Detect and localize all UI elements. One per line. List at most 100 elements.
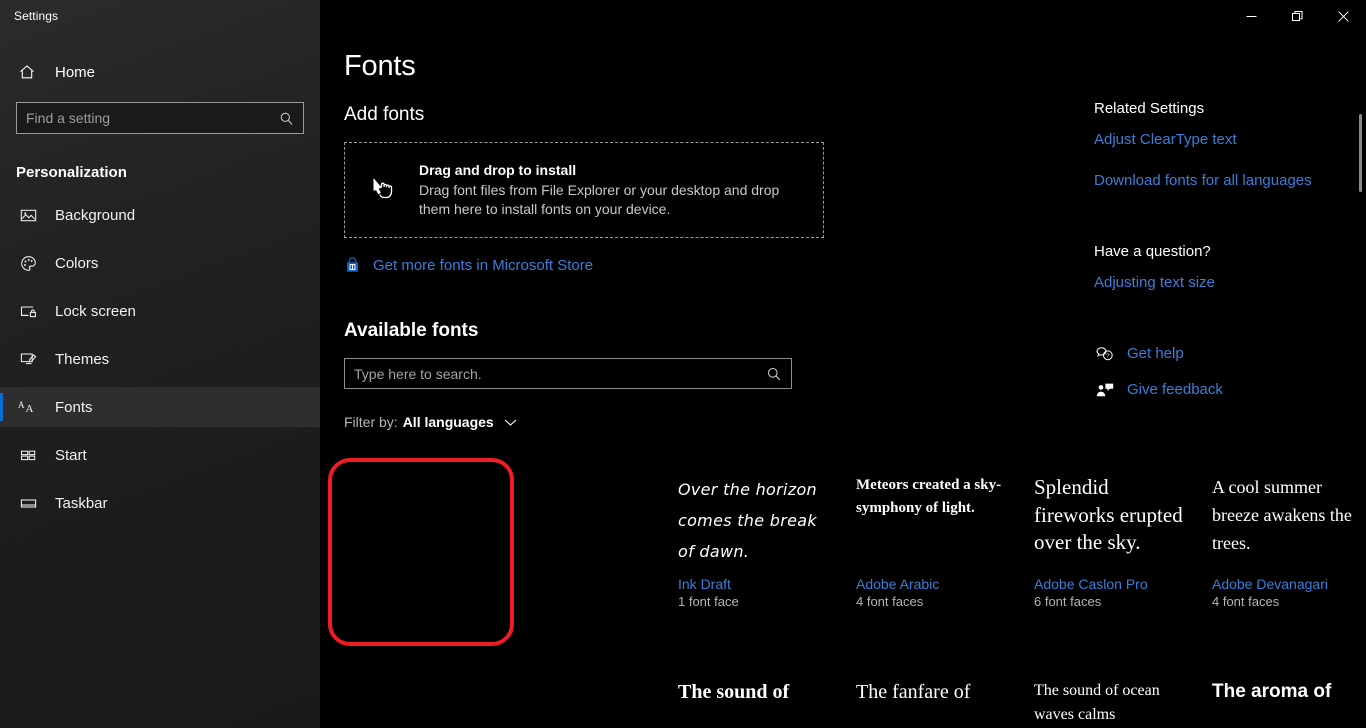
chevron-down-icon [504,418,517,427]
font-card-ink-draft[interactable]: Over the horizon comes the break of dawn… [664,462,842,623]
font-card-partial-1[interactable]: The sound of [664,667,842,728]
sidebar-item-home[interactable]: Home [0,52,320,92]
sidebar: Home Personalization [0,0,320,728]
close-button[interactable] [1320,0,1366,32]
related-settings-heading: Related Settings [1094,100,1205,117]
sidebar-item-label: Lock screen [55,302,136,320]
search-input[interactable] [17,103,279,133]
search-icon [279,111,303,126]
font-card-partial-2[interactable]: The fanfare of [842,667,1020,728]
font-sample-text: Over the horizon comes the break of dawn… [678,480,817,562]
filter-prefix-label: Filter by: [344,414,398,430]
font-card-faces: 4 font faces [856,594,924,609]
add-fonts-heading: Add fonts [344,104,425,125]
page-title: Fonts [344,50,416,82]
sidebar-item-label: Background [55,206,136,224]
font-cards-row-2: The sound of The fanfare of The sound of… [664,667,1366,728]
sidebar-item-label: Taskbar [55,494,108,512]
dropzone-text: Drag and drop to install Drag font files… [419,162,805,219]
sidebar-item-label: Start [55,446,87,464]
drag-drop-hand-icon [363,175,403,205]
font-card-faces: 1 font face [678,594,739,609]
filter-selected-value: All languages [402,414,494,430]
sidebar-item-label: Colors [55,254,99,272]
font-dropzone[interactable]: Drag and drop to install Drag font files… [344,142,824,238]
taskbar-icon [16,495,40,512]
vertical-scrollbar[interactable] [1354,32,1366,728]
question-link-adjusting-text-size[interactable]: Adjusting text size [1094,274,1215,291]
palette-icon [16,255,40,272]
font-card-name: Adobe Caslon Pro [1034,576,1148,592]
font-card-name: Adobe Devanagari [1212,576,1328,592]
font-search-input[interactable] [345,359,766,388]
font-cards-row-1: Over the horizon comes the break of dawn… [664,462,1366,623]
give-feedback-link[interactable]: Give feedback [1094,381,1223,398]
font-search-box[interactable] [344,358,792,389]
font-sample-text: The aroma of [1212,681,1332,702]
font-sample-text: A cool summer breeze awakens the trees. [1212,477,1352,553]
help-bubble-icon: ? [1094,346,1116,362]
sidebar-item-themes[interactable]: Themes [0,339,320,379]
font-sample-text: The sound of ocean waves calms [1034,682,1160,723]
sidebar-item-fonts[interactable]: A A Fonts [0,387,320,427]
minimize-button[interactable] [1228,0,1274,32]
font-card-adobe-devanagari[interactable]: A cool summer breeze awakens the trees. … [1198,462,1366,623]
font-sample-text: Splendid fireworks erupted over the sky. [1034,475,1183,555]
microsoft-store-icon [344,257,361,274]
sidebar-home-label: Home [55,63,96,81]
get-help-label: Get help [1127,345,1184,362]
font-card-partial-3[interactable]: The sound of ocean waves calms [1020,667,1198,728]
svg-text:A: A [18,400,25,410]
fonts-aa-icon: A A [16,399,40,415]
font-card-faces: 6 font faces [1034,594,1102,609]
sidebar-item-background[interactable]: Background [0,195,320,235]
restore-button[interactable] [1274,0,1320,32]
font-card-name: Ink Draft [678,576,731,592]
search-icon [766,366,791,382]
svg-text:?: ? [1106,353,1109,359]
main-content: Fonts Add fonts Drag and drop to install… [320,0,1366,728]
filter-by-dropdown[interactable]: Filter by: All languages [344,414,517,430]
sidebar-item-start[interactable]: Start [0,435,320,475]
feedback-person-icon [1094,382,1116,398]
get-more-fonts-link[interactable]: Get more fonts in Microsoft Store [344,257,593,274]
sidebar-category-label: Personalization [16,164,127,181]
themes-brush-icon [16,351,40,368]
image-icon [16,207,40,224]
lock-screen-icon [16,303,40,320]
sidebar-item-taskbar[interactable]: Taskbar [0,483,320,523]
svg-text:A: A [26,403,34,415]
related-link-cleartype[interactable]: Adjust ClearType text [1094,131,1237,148]
sidebar-search-wrap [0,102,320,134]
font-sample-text: Meteors created a sky-symphony of light. [856,477,1002,516]
font-sample-text: The fanfare of [856,681,971,703]
font-card-partial-4[interactable]: The aroma of [1198,667,1366,728]
dropzone-description: Drag font files from File Explorer or yo… [419,181,780,217]
sidebar-item-lock-screen[interactable]: Lock screen [0,291,320,331]
sidebar-item-colors[interactable]: Colors [0,243,320,283]
scrollbar-thumb[interactable] [1359,114,1362,192]
start-tiles-icon [16,447,40,464]
dropzone-title: Drag and drop to install [419,161,577,178]
get-help-link[interactable]: ? Get help [1094,345,1184,362]
sidebar-item-label: Themes [55,350,110,368]
give-feedback-label: Give feedback [1127,381,1223,398]
window-controls [1228,0,1366,32]
available-fonts-heading: Available fonts [344,320,479,341]
font-cards-grid: Over the horizon comes the break of dawn… [664,462,1366,728]
font-card-adobe-caslon-pro[interactable]: Splendid fireworks erupted over the sky.… [1020,462,1198,623]
home-icon [16,63,38,81]
related-settings-rail: Related Settings Adjust ClearType text D… [1094,100,1344,417]
rail-spacer [1094,315,1344,345]
fonts-content-column: Fonts Add fonts Drag and drop to install… [344,50,1104,430]
related-link-download-fonts[interactable]: Download fonts for all languages [1094,172,1312,189]
have-a-question-heading: Have a question? [1094,243,1211,260]
font-card-name: Adobe Arabic [856,576,940,592]
font-card-adobe-arabic[interactable]: Meteors created a sky-symphony of light.… [842,462,1020,623]
find-a-setting-box[interactable] [16,102,304,134]
sidebar-item-label: Fonts [55,398,93,416]
store-link-label: Get more fonts in Microsoft Store [373,257,594,274]
font-card-faces: 4 font faces [1212,594,1280,609]
settings-window: Home Personalization [0,0,1366,728]
font-sample-text: The sound of [678,681,790,703]
